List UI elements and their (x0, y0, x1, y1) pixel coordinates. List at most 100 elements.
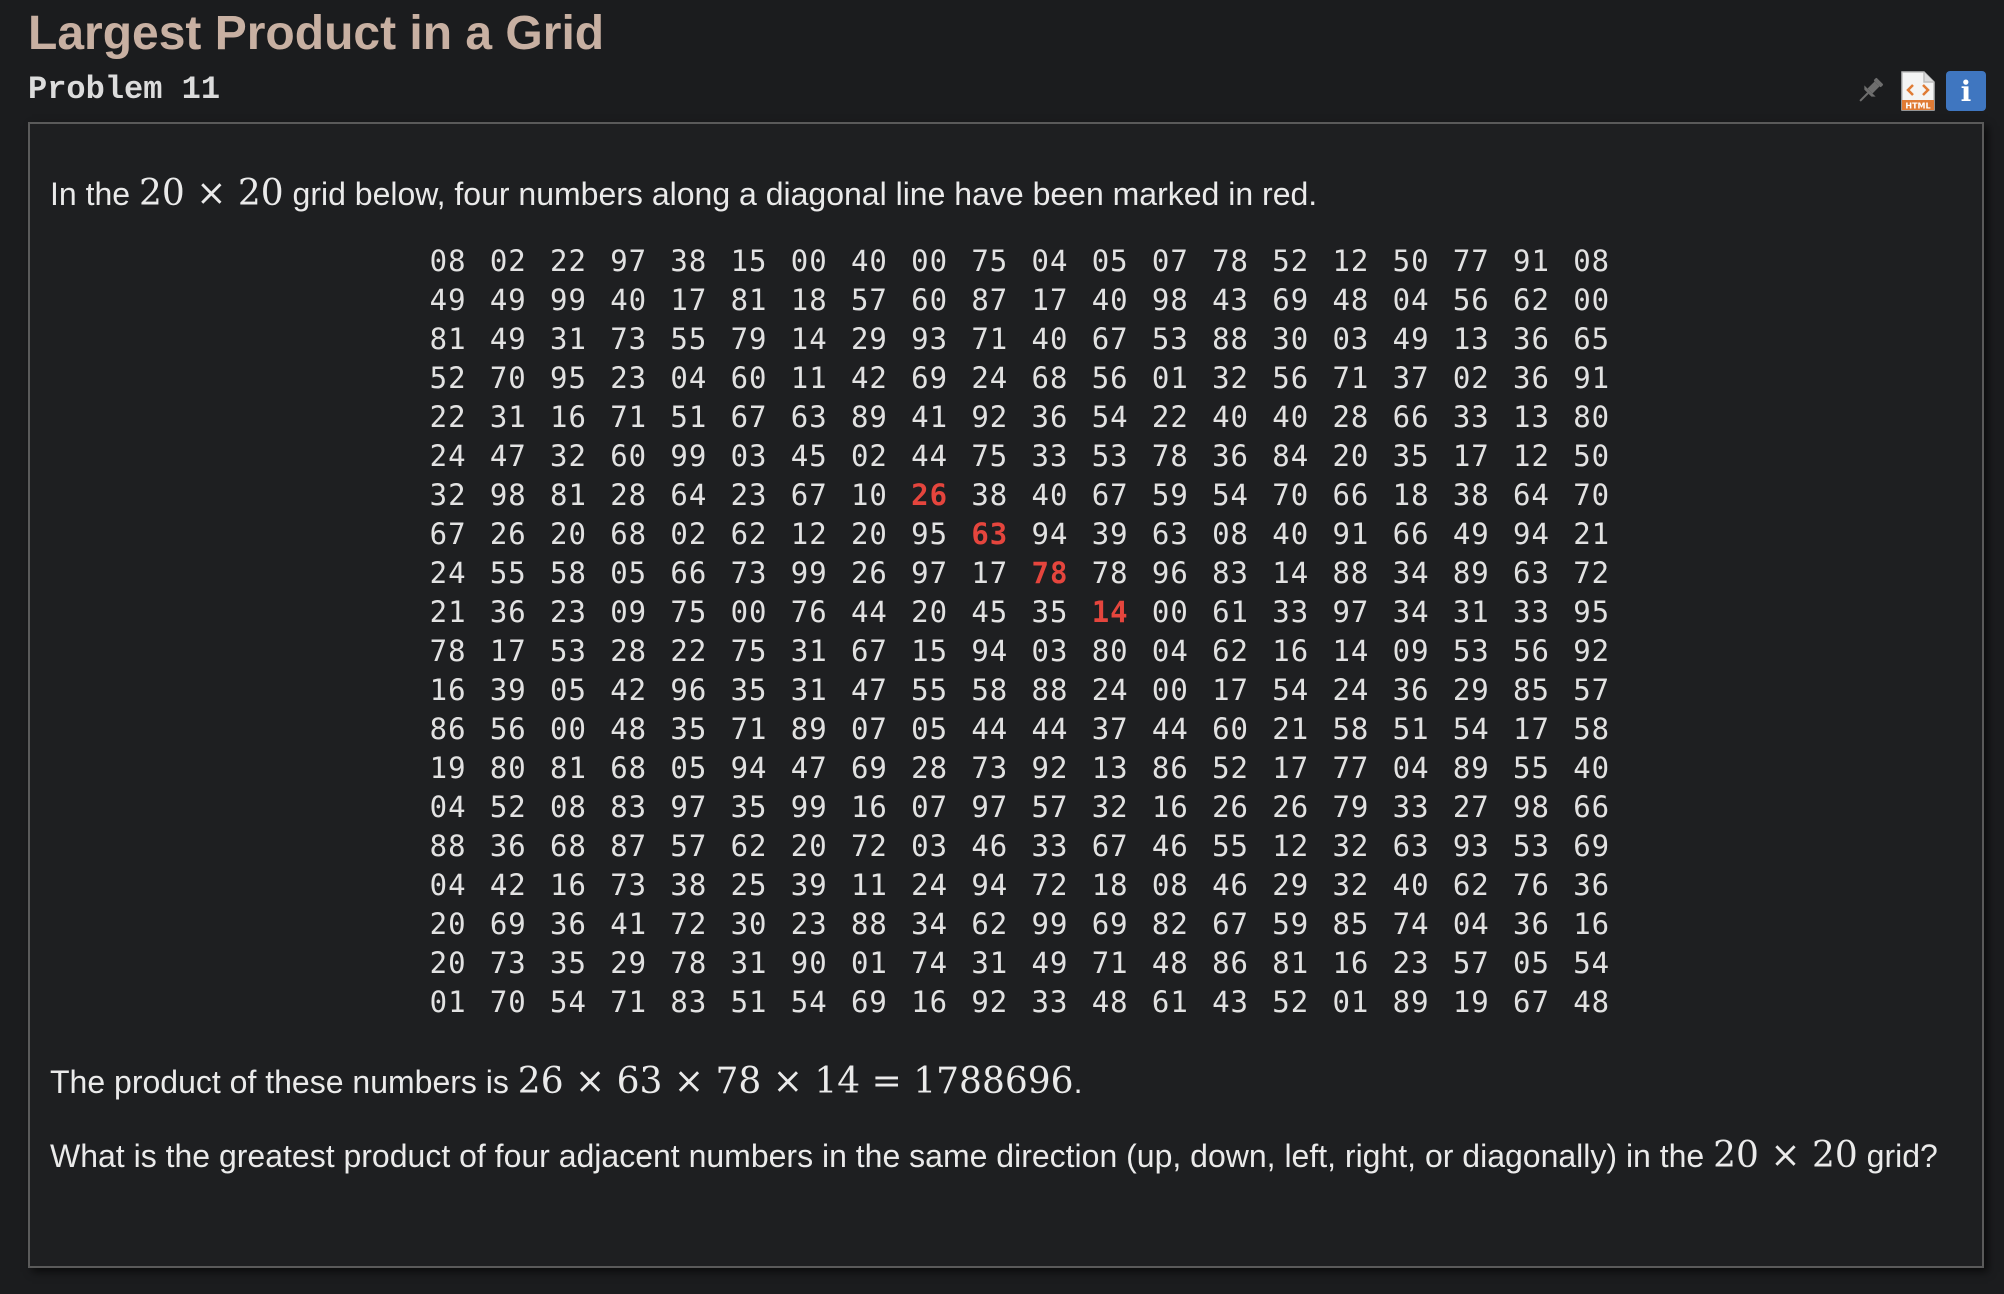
grid-cell: 00 (1151, 673, 1189, 707)
grid-cell: 33 (1513, 595, 1550, 629)
grid-cell: 38 (670, 868, 708, 902)
grid-cell: 18 (1091, 868, 1129, 902)
grid-cell: 78 (1212, 244, 1249, 278)
grid-cell: 40 (1272, 517, 1310, 551)
html-icon[interactable]: HTML (1900, 70, 1936, 112)
grid-cell: 72 (1031, 868, 1069, 902)
grid-cell: 03 (1332, 322, 1370, 356)
intro-text-before: In the (50, 176, 139, 212)
grid-cell: 31 (489, 400, 527, 434)
grid-cell: 27 (1452, 790, 1490, 824)
grid-cell: 01 (1151, 361, 1189, 395)
grid-cell: 94 (971, 634, 1009, 668)
grid-cell: 72 (850, 829, 888, 863)
grid-cell: 56 (1272, 361, 1310, 395)
question-text-after: grid? (1857, 1138, 1938, 1174)
grid-cell: 08 (1573, 244, 1611, 278)
grid-cell: 88 (1332, 556, 1370, 590)
grid-cell: 24 (1091, 673, 1129, 707)
grid-cell: 16 (1332, 946, 1370, 980)
grid-cell: 89 (790, 712, 828, 746)
grid-cell: 92 (1031, 751, 1069, 785)
grid-cell: 49 (489, 283, 527, 317)
grid-cell: 55 (911, 673, 949, 707)
grid-cell: 14 (790, 322, 828, 356)
grid-cell: 76 (1513, 868, 1550, 902)
grid-cell: 77 (1332, 751, 1370, 785)
grid-cell: 71 (1332, 361, 1370, 395)
grid-cell: 17 (1212, 673, 1249, 707)
grid-cell: 94 (1031, 517, 1069, 551)
grid-cell: 87 (971, 283, 1009, 317)
grid-cell: 35 (670, 712, 708, 746)
grid-cell: 11 (850, 868, 888, 902)
grid-cell: 24 (429, 556, 467, 590)
grid-cell: 29 (610, 946, 648, 980)
grid-cell: 95 (550, 361, 587, 395)
grid-cell: 86 (1212, 946, 1249, 980)
grid-cell: 32 (1332, 868, 1370, 902)
grid-cell: 56 (1452, 283, 1490, 317)
info-icon[interactable]: i (1946, 71, 1986, 111)
grid-cell: 16 (1272, 634, 1310, 668)
grid-cell: 47 (489, 439, 527, 473)
grid-cell: 82 (1151, 907, 1189, 941)
product-math: 26 × 63 × 78 × 14 = 1788696 (517, 1061, 1074, 1102)
grid-cell: 66 (670, 556, 708, 590)
grid-cell: 85 (1332, 907, 1370, 941)
grid-cell: 80 (1091, 634, 1129, 668)
grid-cell: 01 (429, 985, 467, 1019)
grid-cell: 69 (1272, 283, 1310, 317)
grid-cell: 58 (971, 673, 1009, 707)
grid-cell: 34 (911, 907, 949, 941)
grid-cell: 58 (550, 556, 587, 590)
grid-row: 32 98 81 28 64 23 67 10 26 38 40 67 59 54 70 66 18 38 64 70 (418, 476, 1622, 515)
grid-cell: 75 (670, 595, 708, 629)
grid-cell: 40 (1091, 283, 1129, 317)
grid-cell: 67 (1212, 907, 1249, 941)
grid-cell: 64 (670, 478, 708, 512)
grid-cell: 99 (670, 439, 708, 473)
grid-cell: 44 (911, 439, 949, 473)
grid-cell: 33 (1031, 439, 1069, 473)
grid-cell: 56 (1091, 361, 1129, 395)
grid-cell: 74 (1392, 907, 1430, 941)
grid-cell: 96 (670, 673, 708, 707)
grid-cell: 35 (730, 790, 768, 824)
grid-cell: 25 (730, 868, 768, 902)
grid-cell: 07 (1151, 244, 1189, 278)
grid-cell: 69 (850, 985, 888, 1019)
grid-cell: 81 (550, 478, 587, 512)
question-math: 20 × 20 (1713, 1135, 1858, 1176)
grid-cell: 46 (971, 829, 1009, 863)
grid-cell: 77 (1452, 244, 1490, 278)
grid-cell: 10 (850, 478, 888, 512)
grid-cell: 16 (550, 868, 587, 902)
grid-cell: 53 (1452, 634, 1490, 668)
grid-cell: 94 (971, 868, 1009, 902)
product-text-before: The product of these numbers is (50, 1064, 518, 1100)
grid-cell: 67 (1513, 985, 1550, 1019)
grid-cell: 20 (429, 907, 467, 941)
grid-cell: 22 (429, 400, 467, 434)
grid-cell: 44 (850, 595, 888, 629)
grid-cell: 62 (1212, 634, 1249, 668)
grid-cell: 03 (730, 439, 768, 473)
grid-cell: 69 (911, 361, 949, 395)
grid-cell: 98 (489, 478, 527, 512)
grid-cell: 60 (1212, 712, 1249, 746)
grid-cell: 38 (670, 244, 708, 278)
grid-cell: 36 (1513, 361, 1550, 395)
grid-cell: 40 (850, 244, 888, 278)
grid-cell: 39 (1091, 517, 1129, 551)
grid-cell: 31 (550, 322, 587, 356)
problem-content: In the 20 × 20 grid below, four numbers … (28, 122, 1984, 1268)
grid-cell: 24 (429, 439, 467, 473)
grid-cell: 78 (429, 634, 467, 668)
pin-icon[interactable] (1850, 71, 1890, 111)
grid-row: 08 02 22 97 38 15 00 40 00 75 04 05 07 78 52 12 50 77 91 08 (418, 242, 1622, 281)
grid-row: 04 42 16 73 38 25 39 11 24 94 72 18 08 46 29 32 40 62 76 36 (418, 866, 1622, 905)
grid-cell: 16 (1573, 907, 1611, 941)
grid-cell: 57 (1031, 790, 1069, 824)
grid-cell: 40 (1272, 400, 1310, 434)
